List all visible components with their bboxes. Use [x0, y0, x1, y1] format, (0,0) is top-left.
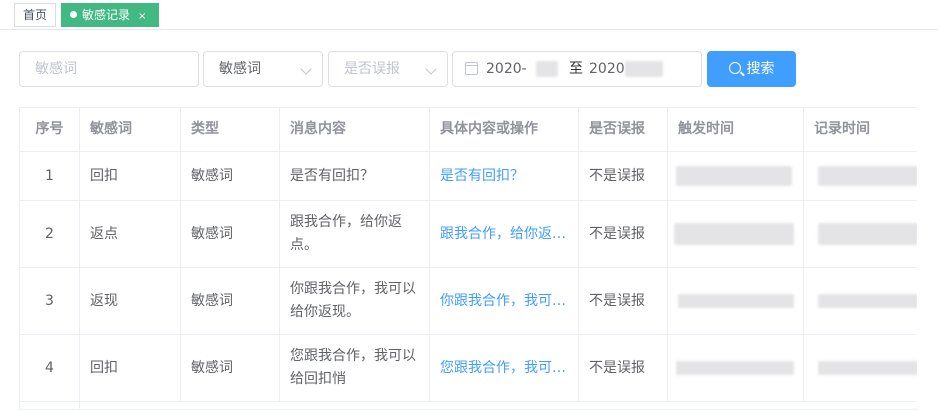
table-header-row: 序号 敏感词 类型 消息内容 具体内容或操作 是否误报 触发时间 记录时间	[20, 108, 917, 152]
date-separator: 至	[569, 61, 583, 77]
cell-message-text: 你跟我合作，我可以给你返现。	[290, 281, 416, 320]
header-cell-detail: 具体内容或操作	[430, 108, 579, 151]
cell-detail-link[interactable]: 是否有回扣？	[430, 152, 579, 200]
cell-word: 返现	[80, 268, 181, 334]
type-select[interactable]: 敏感词	[203, 51, 323, 87]
misreport-select[interactable]: 是否误报	[328, 51, 448, 87]
records-table: 序号 敏感词 类型 消息内容 具体内容或操作 是否误报 触发时间 记录时间 1 …	[19, 107, 917, 410]
redacted-trigger-time	[676, 166, 792, 186]
cell-index: 3	[20, 268, 80, 334]
table-row[interactable]: 2 返点 敏感词 跟我合作，给你返点。 跟我合作，给你返点。 不是误报	[20, 201, 917, 268]
redacted-record-time	[818, 166, 917, 186]
table-row[interactable]: 1 回扣 敏感词 是否有回扣？ 是否有回扣？ 不是误报	[20, 152, 917, 201]
tab-home[interactable]: 首页	[14, 3, 56, 27]
search-icon	[728, 62, 741, 74]
search-button[interactable]: 搜索	[707, 51, 796, 87]
cell-trigger-time	[668, 152, 804, 200]
redacted-trigger-time	[678, 294, 794, 308]
redacted-record-time	[818, 294, 917, 308]
redacted-date-start	[536, 61, 558, 77]
cell-trigger-time	[668, 268, 804, 334]
redacted-record-time	[818, 361, 917, 375]
cell-message-text: 您跟我合作，我可以给回扣悄	[290, 348, 416, 387]
table-row[interactable]: 3 返现 敏感词 你跟我合作，我可以给你返现。 你跟我合作，我可以给你返现。 不…	[20, 268, 917, 335]
cell-trigger-time	[668, 335, 804, 401]
cell-detail-link[interactable]: 你跟我合作，我可以给你返现。	[430, 268, 579, 334]
tab-label: 敏感记录	[82, 8, 131, 22]
cell-detail-link[interactable]: 跟我合作，给你返点。	[430, 201, 579, 267]
search-button-label: 搜索	[746, 61, 775, 77]
cell-index: 4	[20, 335, 80, 401]
cell-index: 1	[20, 152, 80, 200]
cell-message-text: 是否有回扣？	[290, 167, 374, 184]
cell-message: 跟我合作，给你返点。	[280, 201, 430, 267]
cell-message-text: 跟我合作，给你返点。	[290, 214, 402, 253]
cell-type: 敏感词	[181, 335, 280, 401]
cell-misreport: 不是误报	[579, 268, 668, 334]
cell-type: 敏感词	[181, 152, 280, 200]
detail-link[interactable]: 您跟我合作，我可以给回扣悄	[440, 357, 568, 380]
date-range-picker[interactable]: 2020- 至 2020	[452, 51, 702, 87]
cell-misreport: 不是误报	[579, 201, 668, 267]
cell-record-time	[804, 152, 917, 200]
header-cell-word: 敏感词	[80, 108, 181, 151]
close-icon[interactable]: ×	[138, 6, 146, 28]
header-cell-message: 消息内容	[280, 108, 430, 151]
date-start: 2020-	[486, 61, 527, 77]
redacted-record-time	[818, 223, 917, 245]
cell-detail-link[interactable]: 您跟我合作，我可以给回扣悄	[430, 335, 579, 401]
cell-type: 敏感词	[181, 201, 280, 267]
cell-record-time	[804, 335, 917, 401]
cell-message: 你跟我合作，我可以给你返现。	[280, 268, 430, 334]
detail-link[interactable]: 跟我合作，给你返点。	[440, 223, 568, 246]
cell-misreport: 不是误报	[579, 152, 668, 200]
redacted-trigger-time	[676, 361, 794, 375]
cell-index: 2	[20, 201, 80, 267]
header-cell-misreport: 是否误报	[579, 108, 668, 151]
type-select-value: 敏感词	[219, 61, 261, 77]
tags-view-bar: 首页 敏感记录 ×	[0, 0, 938, 30]
detail-link[interactable]: 是否有回扣？	[440, 165, 568, 188]
tab-sensitive-records[interactable]: 敏感记录 ×	[61, 3, 159, 27]
table-row-partial	[20, 402, 917, 409]
cell-message: 是否有回扣？	[280, 152, 430, 200]
cell-message: 您跟我合作，我可以给回扣悄	[280, 335, 430, 401]
cell-trigger-time	[668, 201, 804, 267]
chevron-down-icon	[300, 63, 312, 75]
calendar-icon	[465, 62, 478, 75]
cell-type: 敏感词	[181, 268, 280, 334]
redacted-date-end	[625, 61, 663, 77]
cell-word: 返点	[80, 201, 181, 267]
date-end: 2020	[589, 61, 625, 77]
misreport-select-placeholder: 是否误报	[344, 61, 400, 77]
header-cell-trigger-time: 触发时间	[668, 108, 804, 151]
header-cell-type: 类型	[181, 108, 280, 151]
table-row[interactable]: 4 回扣 敏感词 您跟我合作，我可以给回扣悄 您跟我合作，我可以给回扣悄 不是误…	[20, 335, 917, 402]
cell-word: 回扣	[80, 335, 181, 401]
header-cell-index: 序号	[20, 108, 80, 151]
cell-empty	[20, 402, 80, 409]
header-cell-record-time: 记录时间	[804, 108, 917, 151]
detail-link[interactable]: 你跟我合作，我可以给你返现。	[440, 290, 568, 313]
keyword-input[interactable]	[20, 52, 198, 86]
cell-word: 回扣	[80, 152, 181, 200]
cell-record-time	[804, 268, 917, 334]
redacted-trigger-time	[674, 223, 794, 245]
cell-misreport: 不是误报	[579, 335, 668, 401]
keyword-field[interactable]	[19, 51, 199, 87]
chevron-down-icon	[425, 63, 437, 75]
active-dot-icon	[70, 11, 77, 18]
cell-record-time	[804, 201, 917, 267]
